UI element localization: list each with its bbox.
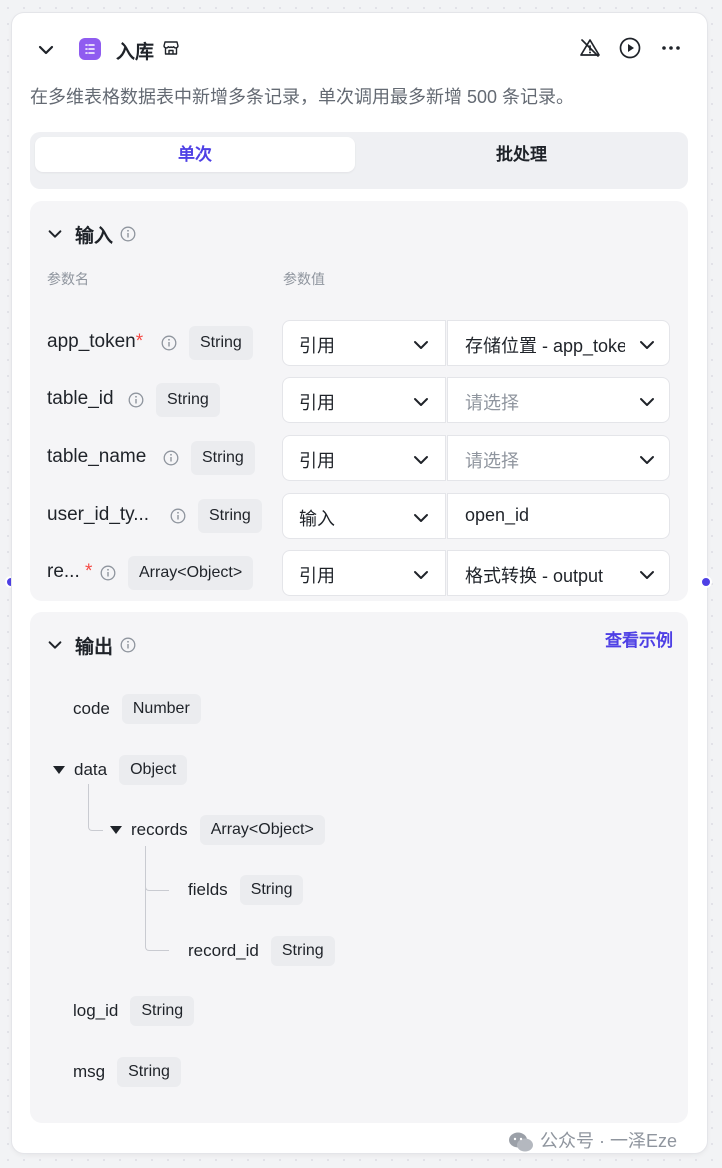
chevron-down-icon[interactable] [46, 225, 64, 243]
info-icon[interactable] [120, 226, 136, 242]
param-row: table_id String 引用 请选择 [30, 377, 688, 423]
tab-batch[interactable]: 批处理 [360, 137, 683, 172]
output-field-log-id: log_id String [73, 996, 195, 1026]
param-row: re... * Array<Object> 引用 格式转换 - output [30, 550, 688, 596]
output-section: 输出 查看示例 code Number data Object records Arr… [30, 612, 688, 1123]
value-select[interactable]: 请选择 [447, 377, 670, 423]
tree-connector [145, 846, 169, 891]
value-input[interactable]: open_id [447, 493, 670, 539]
param-row: user_id_ty... String 输入 open_id [30, 493, 688, 539]
info-icon[interactable] [163, 450, 179, 466]
play-icon[interactable] [618, 36, 642, 60]
type-tag: String [198, 499, 262, 533]
info-icon[interactable] [128, 392, 144, 408]
chevron-down-icon [414, 571, 428, 579]
required-mark: * [135, 331, 144, 352]
value-select[interactable]: 格式转换 - output [447, 550, 670, 596]
source-select[interactable]: 引用 [282, 377, 446, 423]
param-row: table_name String 引用 请选择 [30, 435, 688, 481]
output-field-records[interactable]: records Array<Object> [110, 815, 325, 845]
more-icon[interactable] [659, 36, 683, 60]
output-field-fields: fields String [188, 875, 304, 905]
info-icon[interactable] [170, 508, 186, 524]
param-name: user_id_ty... [47, 504, 150, 525]
node-header: 入库 [12, 13, 707, 83]
output-port[interactable] [700, 576, 712, 588]
node-card: 入库 在多维表格数据表中新增多条记录，单次调用最多新增 500 条记录。 单次 … [12, 13, 707, 1153]
required-mark: * [85, 561, 93, 582]
expand-triangle-icon[interactable] [110, 826, 122, 834]
chevron-down-icon [640, 456, 654, 464]
chevron-down-icon[interactable] [46, 636, 64, 654]
param-name: app_token* [47, 331, 144, 352]
output-field-msg: msg String [73, 1057, 181, 1087]
source-select[interactable]: 输入 [282, 493, 446, 539]
input-section-title: 输入 [75, 226, 114, 247]
chevron-down-icon [414, 514, 428, 522]
param-row: app_token* String 引用 存储位置 - app_token [30, 320, 688, 366]
type-tag: String [156, 383, 220, 417]
warning-off-icon[interactable] [578, 36, 602, 60]
chevron-down-icon [640, 398, 654, 406]
param-name-header: 参数名 [47, 271, 89, 287]
chevron-down-icon [414, 398, 428, 406]
expand-triangle-icon[interactable] [53, 766, 65, 774]
tab-single[interactable]: 单次 [35, 137, 355, 172]
value-select[interactable]: 存储位置 - app_token [447, 320, 670, 366]
chevron-down-icon [640, 341, 654, 349]
param-value-header: 参数值 [283, 271, 325, 287]
output-section-title: 输出 [75, 637, 114, 658]
type-tag: String [189, 326, 253, 360]
param-name: re... * [47, 561, 93, 582]
wechat-icon [509, 1132, 533, 1152]
bitable-icon [79, 38, 101, 60]
value-select[interactable]: 请选择 [447, 435, 670, 481]
input-section: 输入 参数名 参数值 app_token* String 引用 存储位置 - a… [30, 201, 688, 601]
node-description: 在多维表格数据表中新增多条记录，单次调用最多新增 500 条记录。 [30, 87, 575, 107]
source-select[interactable]: 引用 [282, 550, 446, 596]
node-title[interactable]: 入库 [116, 37, 154, 64]
info-icon[interactable] [120, 637, 136, 653]
watermark: 公众号 · 一泽Eze [508, 1127, 677, 1153]
tree-connector [88, 784, 103, 831]
collapse-chevron-icon[interactable] [36, 40, 56, 60]
view-example-link[interactable]: 查看示例 [605, 626, 673, 651]
info-icon[interactable] [100, 565, 116, 581]
mode-tabs: 单次 批处理 [30, 132, 688, 189]
type-tag: Array<Object> [128, 556, 254, 590]
output-field-data[interactable]: data Object [53, 755, 188, 785]
type-tag: String [191, 441, 255, 475]
param-name: table_id [47, 388, 114, 409]
chevron-down-icon [414, 341, 428, 349]
param-name: table_name [47, 446, 147, 467]
source-select[interactable]: 引用 [282, 320, 446, 366]
chevron-down-icon [640, 571, 654, 579]
info-icon[interactable] [161, 335, 177, 351]
output-field-record-id: record_id String [188, 936, 335, 966]
chevron-down-icon [414, 456, 428, 464]
store-icon [163, 41, 179, 55]
output-field-code: code Number [73, 694, 201, 724]
source-select[interactable]: 引用 [282, 435, 446, 481]
